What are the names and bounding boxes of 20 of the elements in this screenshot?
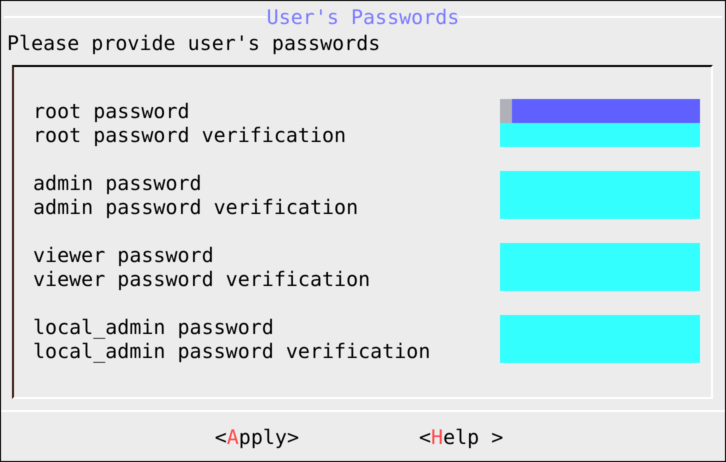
password-field[interactable] <box>500 123 700 147</box>
password-field[interactable] <box>500 267 700 291</box>
password-field[interactable] <box>500 243 700 267</box>
password-field[interactable] <box>500 171 700 195</box>
field-label: local_admin password <box>33 315 275 339</box>
field-label: local_admin password verification <box>33 339 432 363</box>
field-label: admin password <box>33 171 203 195</box>
password-field[interactable] <box>500 195 700 219</box>
password-field[interactable] <box>500 339 700 363</box>
dialog-button[interactable]: <Apply> <box>214 424 299 448</box>
dialog-prompt: Please provide user's passwords <box>6 33 382 53</box>
field-label: viewer password <box>33 243 215 267</box>
field-label: admin password verification <box>33 195 360 219</box>
dialog-button[interactable]: <Help > <box>419 424 504 448</box>
field-label: root password verification <box>33 123 348 147</box>
field-label: viewer password verification <box>33 267 372 291</box>
password-field[interactable] <box>500 315 700 339</box>
text-cursor <box>500 99 512 123</box>
field-label: root password <box>33 99 191 123</box>
password-field[interactable] <box>500 99 700 123</box>
